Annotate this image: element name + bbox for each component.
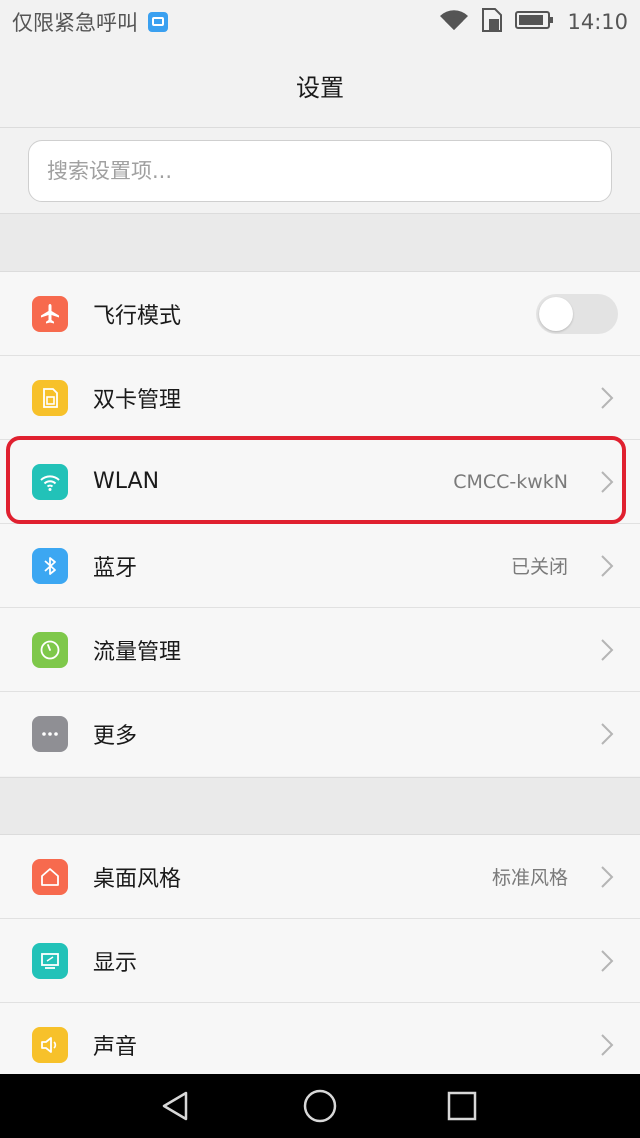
display-label: 显示: [93, 950, 138, 976]
settings-item-airplane-mode[interactable]: 飞行模式: [0, 272, 640, 356]
settings-item-data-usage[interactable]: 流量管理: [0, 608, 640, 692]
chevron-right-icon: [600, 865, 614, 889]
sim-card-icon: [32, 380, 68, 416]
battery-icon: [515, 10, 555, 35]
more-icon: [32, 716, 68, 752]
status-right: 14:10: [439, 7, 628, 38]
airplane-icon: [32, 296, 68, 332]
more-label: 更多: [93, 724, 138, 749]
navigation-bar: [0, 1074, 640, 1138]
sim-card-icon: [481, 7, 503, 38]
bluetooth-status-value: 已关闭: [510, 556, 568, 578]
image-notification-icon: [148, 12, 168, 32]
settings-item-more[interactable]: 更多: [0, 692, 640, 776]
data-usage-icon: [32, 632, 68, 668]
home-icon: [32, 859, 68, 895]
search-input[interactable]: [28, 140, 612, 202]
page-title: 设置: [296, 74, 344, 102]
home-circle-icon[interactable]: [302, 1088, 338, 1124]
sound-icon: [32, 1027, 68, 1063]
home-style-value: 标准风格: [491, 867, 568, 889]
back-icon[interactable]: [158, 1088, 194, 1124]
search-area: [0, 128, 640, 214]
home-style-label: 桌面风格: [93, 866, 182, 892]
chevron-right-icon: [600, 638, 614, 662]
settings-item-home-style[interactable]: 桌面风格 标准风格: [0, 835, 640, 919]
dual-sim-label: 双卡管理: [93, 387, 182, 413]
sound-label: 声音: [93, 1035, 138, 1060]
bluetooth-icon: [32, 548, 68, 584]
carrier-text: 仅限紧急呼叫: [12, 11, 138, 35]
bluetooth-label: 蓝牙: [93, 555, 138, 581]
section-spacer: [0, 214, 640, 272]
chevron-right-icon: [600, 554, 614, 578]
chevron-right-icon: [600, 1033, 614, 1057]
chevron-right-icon: [600, 722, 614, 746]
chevron-right-icon: [600, 949, 614, 973]
airplane-mode-label: 飞行模式: [93, 303, 182, 329]
airplane-mode-toggle[interactable]: [536, 294, 618, 334]
settings-section-display: 桌面风格 标准风格 显示 声音: [0, 835, 640, 1087]
settings-section-network: 飞行模式 双卡管理 WLAN CMCC-kwkN 蓝牙 已关闭 流量管理 更多: [0, 272, 640, 776]
data-usage-label: 流量管理: [93, 639, 182, 665]
title-bar: 设置: [0, 44, 640, 128]
status-time: 14:10: [567, 10, 628, 34]
recents-icon[interactable]: [444, 1088, 480, 1124]
wlan-highlight-annotation: [6, 436, 626, 524]
settings-item-display[interactable]: 显示: [0, 919, 640, 1003]
status-bar: 仅限紧急呼叫 14:10: [0, 0, 640, 44]
toggle-knob: [539, 297, 573, 331]
settings-item-bluetooth[interactable]: 蓝牙 已关闭: [0, 524, 640, 608]
section-spacer: [0, 777, 640, 835]
settings-item-dual-sim[interactable]: 双卡管理: [0, 356, 640, 440]
wifi-icon: [439, 9, 469, 36]
status-left: 仅限紧急呼叫: [12, 7, 168, 37]
chevron-right-icon: [600, 386, 614, 410]
display-icon: [32, 943, 68, 979]
